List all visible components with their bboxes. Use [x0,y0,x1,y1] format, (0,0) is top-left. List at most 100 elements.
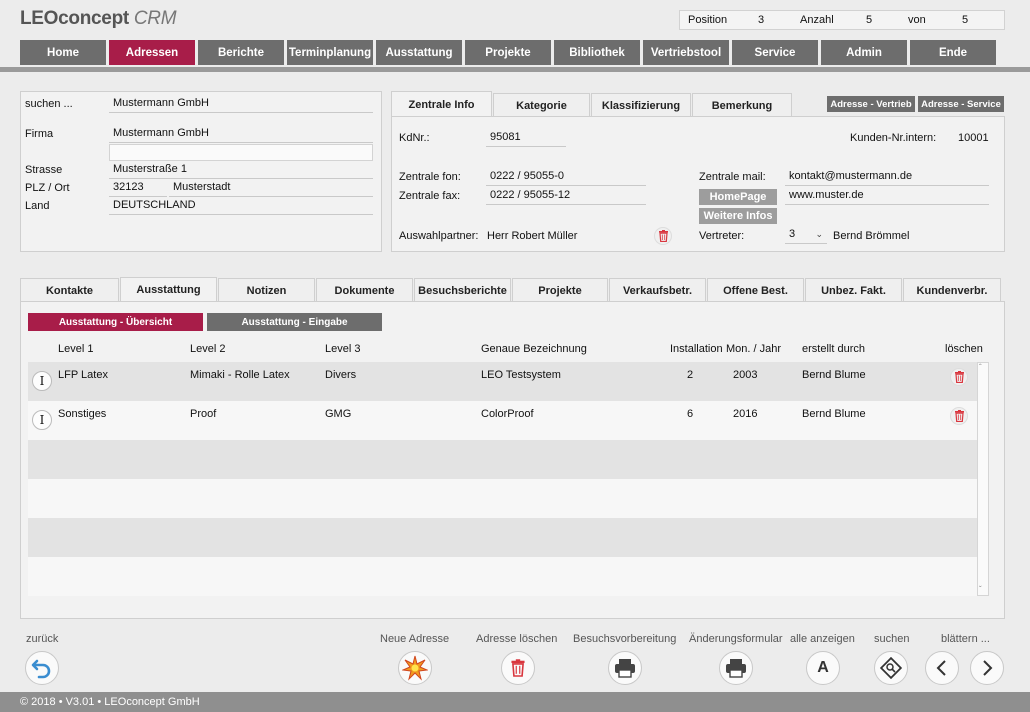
tab-dokumente[interactable]: Dokumente [316,278,413,302]
nav-ende[interactable]: Ende [910,40,996,65]
delete-row-icon[interactable] [950,368,968,386]
app-logo: LEOconcept CRM [20,8,177,30]
delete-row-icon[interactable] [950,407,968,425]
adresse-vertrieb-button[interactable]: Adresse - Vertrieb [827,96,915,112]
table-row[interactable]: I LFP Latex Mimaki - Rolle Latex Divers … [28,362,977,401]
mail-input[interactable]: kontakt@mustermann.de [785,169,989,186]
nav-admin[interactable]: Admin [821,40,907,65]
record-position-box: Position 3 Anzahl 5 von 5 [679,10,1005,30]
alle-anzeigen-label: alle anzeigen [790,633,855,645]
aenderungsformular-button[interactable] [719,651,753,685]
nav-projekte[interactable]: Projekte [465,40,551,65]
table-scrollbar[interactable]: ˆ ˇ [977,362,989,596]
nav-ausstattung[interactable]: Ausstattung [376,40,462,65]
zentrale-info-panel: KdNr.: 95081 Kunden-Nr.intern: 10001 Zen… [391,116,1005,252]
col-bezeichnung: Genaue Bezeichnung [481,343,587,355]
tab-zentrale-info[interactable]: Zentrale Info [391,91,492,117]
logo-crm: CRM [133,8,177,29]
tab-notizen[interactable]: Notizen [218,278,315,302]
nav-terminplanung[interactable]: Terminplanung [287,40,373,65]
alle-anzeigen-button[interactable]: A [806,651,840,685]
tab-besuchsberichte[interactable]: Besuchsberichte [414,278,511,302]
delete-partner-icon[interactable] [654,227,672,245]
address-panel: suchen ... Mustermann GmbH Firma Musterm… [20,91,382,252]
kunden-nr-label: Kunden-Nr.intern: [850,132,937,144]
strasse-input[interactable]: Musterstraße 1 [109,162,373,179]
scroll-up-icon[interactable]: ˆ [979,363,982,372]
back-button[interactable] [25,651,59,685]
plz-input[interactable]: 32123 [109,180,167,197]
next-button[interactable] [970,651,1004,685]
nav-service[interactable]: Service [732,40,818,65]
vertreter-select[interactable]: 3 ⌄ [785,227,827,244]
adresse-service-button[interactable]: Adresse - Service [918,96,1004,112]
scroll-down-icon[interactable]: ˇ [979,585,982,594]
cell-level3: Divers [325,369,357,381]
tab-kategorie[interactable]: Kategorie [493,93,590,117]
firma-label: Firma [25,128,54,140]
cell-jahr: 2003 [733,369,758,381]
nav-bibliothek[interactable]: Bibliothek [554,40,640,65]
logo-main: LEOconcept [20,8,129,29]
fon-label: Zentrale fon: [399,171,461,183]
nav-adressen[interactable]: Adressen [109,40,195,65]
cell-installation: 2 [687,369,694,381]
blaettern-label: blättern ... [941,633,990,645]
ort-input[interactable]: Musterstadt [169,180,373,197]
cursor-i-icon[interactable]: I [32,371,52,391]
land-input[interactable]: DEUTSCHLAND [109,198,373,215]
col-level2: Level 2 [190,343,226,355]
uebersicht-button[interactable]: Ausstattung - Übersicht [28,313,203,331]
weitere-infos-button[interactable]: Weitere Infos [699,208,777,224]
letter-a-icon: A [817,659,829,676]
printer-icon [615,659,635,678]
col-level1: Level 1 [58,343,94,355]
previous-button[interactable] [925,651,959,685]
table-row-empty [28,479,977,518]
tab-unbez-fakt[interactable]: Unbez. Fakt. [805,278,902,302]
kdnr-value[interactable]: 95081 [486,130,566,147]
cell-bezeichnung: ColorProof [481,408,534,420]
tab-ausstattung[interactable]: Ausstattung [120,277,217,302]
cell-jahr: 2016 [733,408,758,420]
land-label: Land [25,200,50,212]
col-mon-jahr: Mon. / Jahr [726,343,782,355]
suchen-button[interactable] [874,651,908,685]
nav-berichte[interactable]: Berichte [198,40,284,65]
chevron-left-icon [936,660,946,676]
firma-input[interactable]: Mustermann GmbH [109,126,373,143]
tab-kontakte[interactable]: Kontakte [20,278,119,302]
table-row[interactable]: I Sonstiges Proof GMG ColorProof 6 2016 … [28,401,977,440]
kunden-nr-value: 10001 [958,132,989,144]
search-icon [880,657,902,679]
back-arrow-icon [31,659,51,679]
adresse-loeschen-button[interactable] [501,651,535,685]
fax-input[interactable]: 0222 / 95055-12 [486,188,646,205]
nav-vertriebstool[interactable]: Vertriebstool [643,40,729,65]
cell-level1: LFP Latex [58,369,108,381]
tab-verkaufsbetr[interactable]: Verkaufsbetr. [609,278,706,302]
cell-level2: Mimaki - Rolle Latex [190,369,290,381]
search-input[interactable]: Mustermann GmbH [109,96,373,113]
besuchsvorbereitung-button[interactable] [608,651,642,685]
homepage-input[interactable]: www.muster.de [785,188,989,205]
neue-adresse-button[interactable] [398,651,432,685]
col-level3: Level 3 [325,343,361,355]
chevron-down-icon: ⌄ [815,229,823,239]
firma2-input[interactable] [109,144,373,161]
homepage-button[interactable]: HomePage [699,189,777,205]
tab-projekte[interactable]: Projekte [512,278,608,302]
fon-input[interactable]: 0222 / 95055-0 [486,169,646,186]
cursor-i-icon[interactable]: I [32,410,52,430]
tab-kundenverbr[interactable]: Kundenverbr. [903,278,1001,302]
nav-home[interactable]: Home [20,40,106,65]
tab-klassifizierung[interactable]: Klassifizierung [591,93,691,117]
chevron-right-icon [983,660,993,676]
besuchsvorbereitung-label: Besuchsvorbereitung [573,633,677,645]
eingabe-button[interactable]: Ausstattung - Eingabe [207,313,382,331]
search-label: suchen ... [25,98,73,110]
tab-bemerkung[interactable]: Bemerkung [692,93,792,117]
col-erstellt: erstellt durch [802,343,865,355]
tab-offene-best[interactable]: Offene Best. [707,278,804,302]
kdnr-label: KdNr.: [399,132,430,144]
